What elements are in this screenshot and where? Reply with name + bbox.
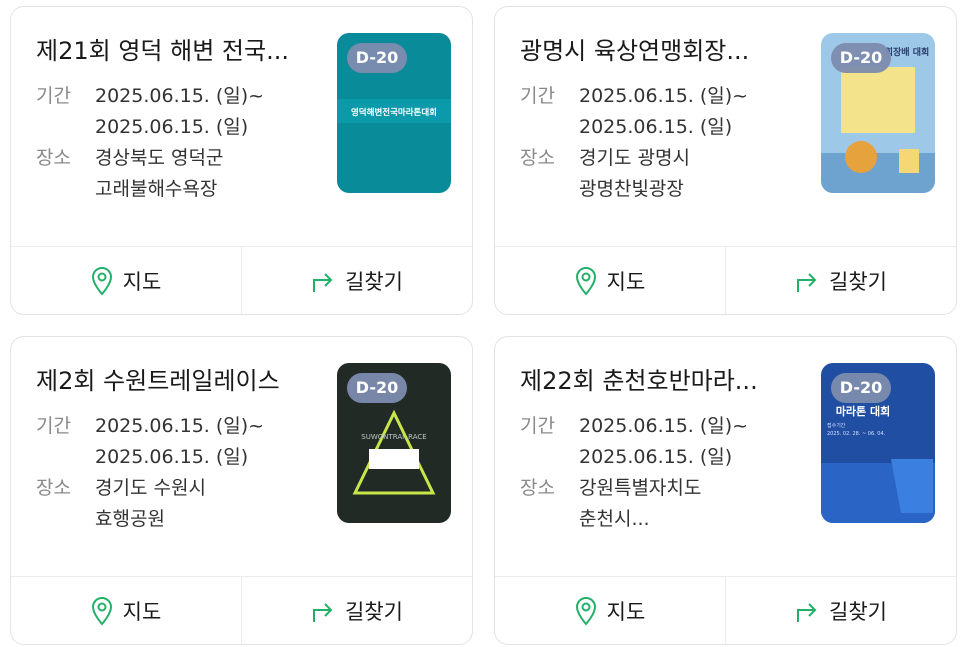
map-button-label: 지도 xyxy=(122,599,162,624)
event-poster[interactable]: 영덕해변전국마라톤대회 D-20 xyxy=(337,33,451,193)
poster-subtitle: 접수기간 xyxy=(827,422,846,429)
event-card[interactable]: 제22회 춘천호반마라... 기간 2025.06.15. (일)~ 2025.… xyxy=(494,336,957,645)
directions-button-label: 길찾기 xyxy=(345,599,403,624)
place-label: 장소 xyxy=(520,147,555,169)
map-button-label: 지도 xyxy=(606,269,646,294)
place-line-1: 경상북도 영덕군 xyxy=(95,147,224,169)
map-button-label: 지도 xyxy=(606,599,646,624)
card-actions: 지도 길찾기 xyxy=(11,576,472,644)
event-info: 기간 2025.06.15. (일)~ 2025.06.15. (일) 장소 강… xyxy=(520,411,810,535)
event-card-grid: 제21회 영덕 해변 전국... 기간 2025.06.15. (일)~ 202… xyxy=(0,0,965,647)
place-line-2: 광명찬빛광장 xyxy=(579,178,684,200)
place-line-1: 경기도 광명시 xyxy=(579,147,690,169)
place-value: 경기도 수원시 효행공원 xyxy=(95,473,206,535)
directions-button[interactable]: 길찾기 xyxy=(725,247,956,314)
dday-badge: D-20 xyxy=(347,373,407,403)
map-button[interactable]: 지도 xyxy=(495,577,725,644)
dday-badge: D-20 xyxy=(347,43,407,73)
event-card[interactable]: 제2회 수원트레일레이스 기간 2025.06.15. (일)~ 2025.06… xyxy=(10,336,473,645)
event-poster[interactable]: SUWONTRAILRACE D-20 xyxy=(337,363,451,523)
directions-arrow-icon xyxy=(797,602,817,622)
map-pin-icon xyxy=(575,266,596,295)
place-label: 장소 xyxy=(36,477,71,499)
event-info: 기간 2025.06.15. (일)~ 2025.06.15. (일) 장소 경… xyxy=(36,411,326,535)
poster-title: 마라톤 대회 xyxy=(836,404,890,418)
event-poster[interactable]: 회장배 대회 D-20 xyxy=(821,33,935,193)
map-pin-icon xyxy=(91,266,112,295)
place-line-2: 고래불해수욕장 xyxy=(95,178,218,200)
period-value: 2025.06.15. (일)~ 2025.06.15. (일) xyxy=(579,411,748,473)
event-info: 기간 2025.06.15. (일)~ 2025.06.15. (일) 장소 경… xyxy=(520,81,810,205)
period-end: 2025.06.15. (일) xyxy=(95,116,249,138)
dday-badge: D-20 xyxy=(831,43,891,73)
poster-title: 회장배 대회 xyxy=(885,46,930,58)
directions-arrow-icon xyxy=(313,272,333,292)
place-label: 장소 xyxy=(36,147,71,169)
map-pin-icon xyxy=(575,596,596,625)
place-line-1: 강원특별자치도 xyxy=(579,477,702,499)
period-start: 2025.06.15. (일)~ xyxy=(579,415,749,437)
event-poster[interactable]: 마라톤 대회 접수기간 2025. 02. 28. ~ 06. 04. D-20 xyxy=(821,363,935,523)
poster-title: SUWONTRAILRACE xyxy=(361,433,426,441)
place-line-2: 춘천시... xyxy=(579,508,650,530)
period-start: 2025.06.15. (일)~ xyxy=(579,85,749,107)
directions-arrow-icon xyxy=(313,602,333,622)
event-title[interactable]: 제22회 춘천호반마라... xyxy=(520,365,805,397)
period-value: 2025.06.15. (일)~ 2025.06.15. (일) xyxy=(95,411,264,473)
poster-dates: 2025. 02. 28. ~ 06. 04. xyxy=(827,431,886,437)
place-value: 경상북도 영덕군 고래불해수욕장 xyxy=(95,143,223,205)
event-info: 기간 2025.06.15. (일)~ 2025.06.15. (일) 장소 경… xyxy=(36,81,326,205)
map-button-label: 지도 xyxy=(122,269,162,294)
period-start: 2025.06.15. (일)~ xyxy=(95,85,265,107)
directions-button[interactable]: 길찾기 xyxy=(725,577,956,644)
directions-button[interactable]: 길찾기 xyxy=(241,247,472,314)
event-title[interactable]: 제2회 수원트레일레이스 xyxy=(36,365,321,397)
period-start: 2025.06.15. (일)~ xyxy=(95,415,265,437)
period-label: 기간 xyxy=(36,85,71,107)
place-label: 장소 xyxy=(520,477,555,499)
period-label: 기간 xyxy=(36,415,71,437)
event-card[interactable]: 광명시 육상연맹회장... 기간 2025.06.15. (일)~ 2025.0… xyxy=(494,6,957,315)
place-value: 강원특별자치도 춘천시... xyxy=(579,473,701,535)
dday-badge: D-20 xyxy=(831,373,891,403)
directions-button-label: 길찾기 xyxy=(829,269,887,294)
card-actions: 지도 길찾기 xyxy=(495,576,956,644)
event-title[interactable]: 제21회 영덕 해변 전국... xyxy=(36,35,321,67)
map-button[interactable]: 지도 xyxy=(495,247,725,314)
directions-button-label: 길찾기 xyxy=(829,599,887,624)
card-actions: 지도 길찾기 xyxy=(11,246,472,314)
map-pin-icon xyxy=(91,596,112,625)
period-value: 2025.06.15. (일)~ 2025.06.15. (일) xyxy=(95,81,264,143)
period-end: 2025.06.15. (일) xyxy=(579,116,733,138)
period-label: 기간 xyxy=(520,415,555,437)
period-end: 2025.06.15. (일) xyxy=(95,446,249,468)
period-end: 2025.06.15. (일) xyxy=(579,446,733,468)
place-line-1: 경기도 수원시 xyxy=(95,477,206,499)
event-title[interactable]: 광명시 육상연맹회장... xyxy=(520,35,805,67)
directions-arrow-icon xyxy=(797,272,817,292)
directions-button[interactable]: 길찾기 xyxy=(241,577,472,644)
period-label: 기간 xyxy=(520,85,555,107)
period-value: 2025.06.15. (일)~ 2025.06.15. (일) xyxy=(579,81,748,143)
event-card[interactable]: 제21회 영덕 해변 전국... 기간 2025.06.15. (일)~ 202… xyxy=(10,6,473,315)
map-button[interactable]: 지도 xyxy=(11,247,241,314)
directions-button-label: 길찾기 xyxy=(345,269,403,294)
poster-title: 영덕해변전국마라톤대회 xyxy=(351,107,437,118)
card-actions: 지도 길찾기 xyxy=(495,246,956,314)
place-line-2: 효행공원 xyxy=(95,508,165,530)
map-button[interactable]: 지도 xyxy=(11,577,241,644)
place-value: 경기도 광명시 광명찬빛광장 xyxy=(579,143,690,205)
